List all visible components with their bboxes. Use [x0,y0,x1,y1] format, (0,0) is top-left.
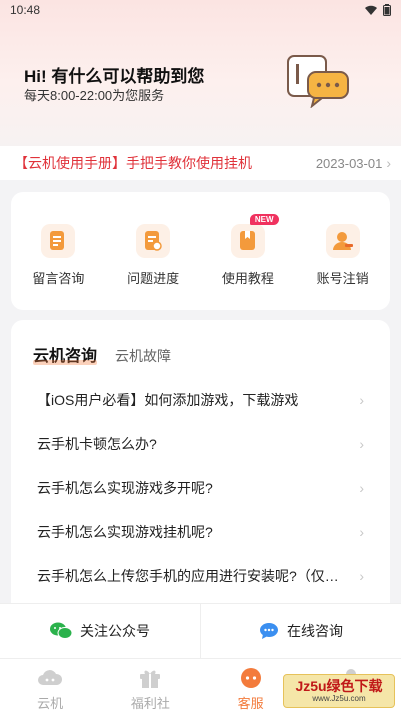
online-label: 在线咨询 [287,623,343,639]
faq-question: 云手机怎么实现游戏挂机呢? [37,524,213,540]
notice-text: 【云机使用手册】手把手教你使用挂机 [14,155,252,171]
tab-welfare[interactable]: 福利社 [100,659,200,714]
chevron-right-icon: › [359,480,364,496]
faq-tabs: 云机咨询 云机故障 [33,342,171,366]
new-badge: NEW [249,214,279,225]
chevron-right-icon: › [386,155,391,171]
gift-icon [140,670,161,688]
notice-bar[interactable]: 【云机使用手册】手把手教你使用挂机 2023-03-01 › [0,146,401,180]
faq-list: 【iOS用户必看】如何添加游戏，下载游戏 › 云手机卡顿怎么办? › 云手机怎么… [11,378,390,598]
quick-actions-card: 留言咨询 问题进度 NEW 使用教程 账号注销 [11,192,390,310]
tab-label: 客服 [237,696,264,711]
hero-subtitle: 每天8:00-22:00为您服务 [24,88,165,103]
action-label: 账号注销 [316,271,369,286]
status-bar: 10:48 [0,0,401,20]
notice-date: 2023-03-01 [315,155,383,171]
faq-item[interactable]: 【iOS用户必看】如何添加游戏，下载游戏 › [11,378,390,422]
tab-cloud-consult[interactable]: 云机咨询 [33,342,98,366]
hero-title: Hi! 有什么可以帮助到您 [24,67,205,86]
action-tutorial[interactable]: NEW 使用教程 [208,214,288,310]
user-cancel-icon [325,224,360,258]
wifi-icon [365,5,377,15]
faq-item[interactable]: 云手机怎么实现游戏多开呢? › [11,466,390,510]
tab-cloud[interactable]: 云机 [0,659,100,714]
watermark-line-2: www.Jz5u.com [312,694,366,703]
chevron-right-icon: › [359,436,364,452]
action-progress[interactable]: 问题进度 [113,224,193,310]
action-account-cancel[interactable]: 账号注销 [303,224,383,310]
chat-bubble-icon [260,623,278,639]
status-time: 10:48 [10,3,41,17]
progress-doc-icon [136,224,171,258]
watermark-line-1: Jz5u绿色下载 [295,678,383,694]
message-doc-icon [41,224,76,258]
follow-label: 关注公众号 [80,623,150,639]
chevron-right-icon: › [359,392,364,408]
action-label: 问题进度 [127,271,180,286]
faq-question: 云手机卡顿怎么办? [37,436,157,452]
tab-label: 云机 [37,696,64,711]
tab-label: 福利社 [130,696,170,711]
battery-icon [383,4,391,16]
service-icon [240,668,261,688]
site-watermark: Jz5u绿色下载 www.Jz5u.com [283,674,395,708]
faq-card: 云机咨询 云机故障 【iOS用户必看】如何添加游戏，下载游戏 › 云手机卡顿怎么… [11,320,390,605]
faq-question: 云手机怎么上传您手机的应用进行安装呢?（仅适用于安卓） [37,568,352,584]
bottom-action-bar: 关注公众号 在线咨询 [0,603,401,658]
status-icons [365,4,391,16]
action-message[interactable]: 留言咨询 [18,224,98,310]
faq-item[interactable]: 云手机卡顿怎么办? › [11,422,390,466]
chevron-right-icon: › [359,568,364,584]
action-label: 留言咨询 [32,271,85,286]
action-label: 使用教程 [221,271,274,286]
wechat-icon [50,622,72,639]
faq-item[interactable]: 云手机怎么上传您手机的应用进行安装呢?（仅适用于安卓） › [11,554,390,598]
faq-item[interactable]: 云手机怎么实现游戏挂机呢? › [11,510,390,554]
chat-bubbles-illustration [287,55,349,108]
faq-question: 【iOS用户必看】如何添加游戏，下载游戏 [37,392,299,408]
cloud-icon [38,670,63,685]
faq-question: 云手机怎么实现游戏多开呢? [37,480,213,496]
online-consult-button[interactable]: 在线咨询 [201,604,401,658]
chevron-right-icon: › [359,524,364,540]
follow-official-account-button[interactable]: 关注公众号 [0,604,200,658]
tab-cloud-fault[interactable]: 云机故障 [115,346,171,366]
book-icon [230,224,265,258]
